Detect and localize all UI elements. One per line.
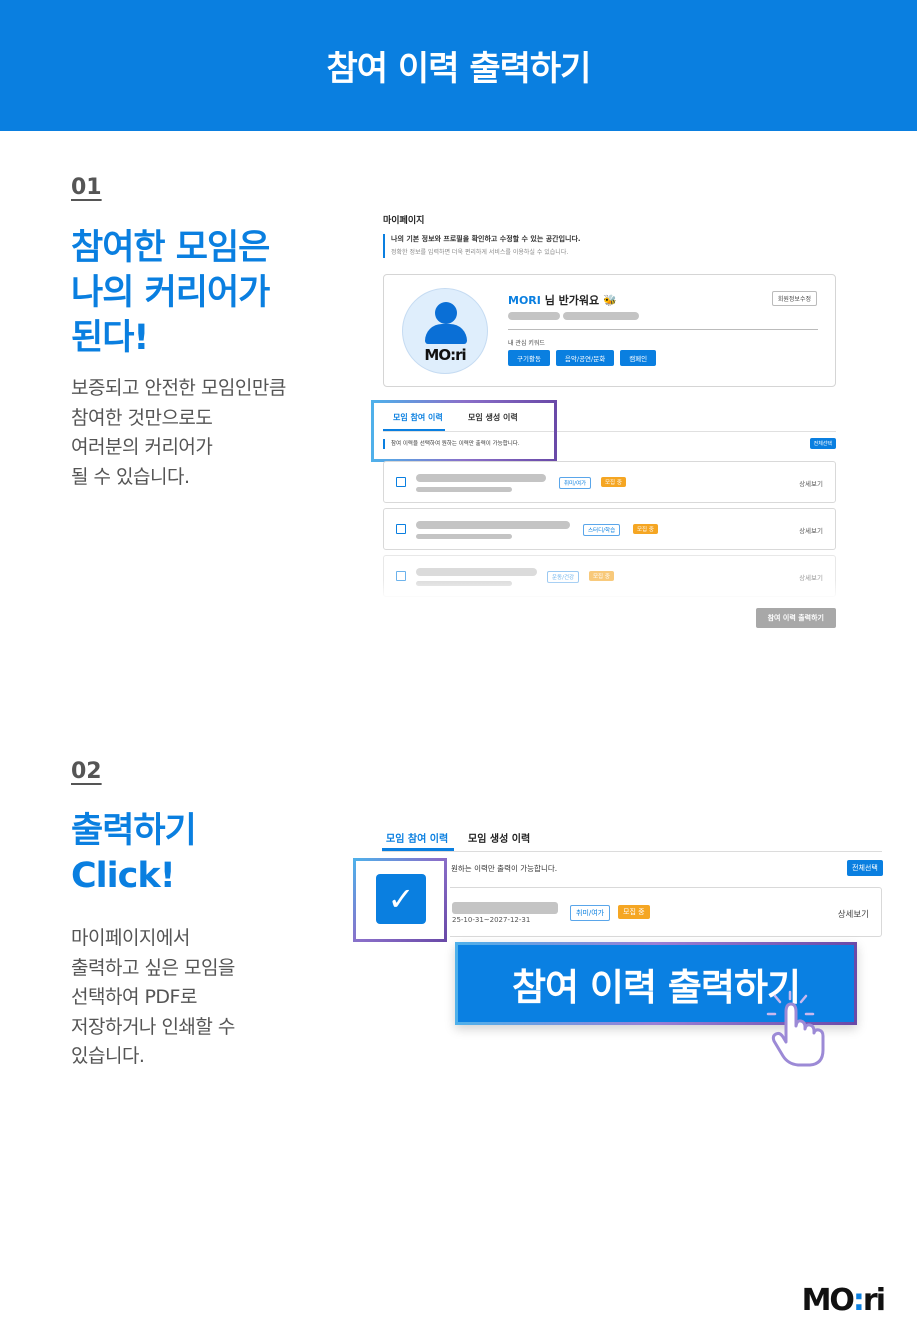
keyword-label: 내 관심 키워드 bbox=[508, 340, 545, 347]
status-badge: 모집 중 bbox=[601, 477, 626, 487]
section1-description: 보증되고 안전한 모임인만큼 참여한 것만으로도 여러분의 커리어가 될 수 있… bbox=[71, 374, 286, 492]
description-line: 출력하고 싶은 모임을 bbox=[71, 956, 235, 979]
select-all-button[interactable]: 전체선택 bbox=[847, 860, 883, 876]
blurred-title bbox=[416, 474, 546, 482]
blurred-title bbox=[452, 902, 558, 914]
description-line: 저장하거나 인쇄할 수 bbox=[71, 1015, 235, 1038]
headline-line: 출력하기 bbox=[71, 811, 197, 851]
history-row: 스터디/학습 모집 중 상세보기 bbox=[383, 508, 836, 550]
print-button-label: 참여 이력 출력하기 bbox=[511, 965, 801, 1009]
print-history-button[interactable]: 참여 이력 출력하기 bbox=[755, 608, 836, 628]
user-icon-body bbox=[425, 324, 467, 344]
blurred-info bbox=[563, 312, 639, 320]
keyword-tag[interactable]: 음악/공연/문화 bbox=[555, 350, 615, 366]
history-row: 25-10-31~2027-12-31 취미/여가 모집 중 상세보기 bbox=[450, 887, 882, 937]
tab-creation-history[interactable]: 모임 생성 이력 bbox=[468, 830, 530, 845]
avatar-logo: MO:ri bbox=[424, 346, 466, 364]
blurred-info bbox=[508, 312, 560, 320]
category-chip: 취미/여가 bbox=[559, 477, 592, 489]
row-checkbox[interactable] bbox=[396, 524, 406, 534]
section1-headline: 참여한 모임은 나의 커리어가 된다! bbox=[71, 226, 270, 361]
highlight-frame bbox=[371, 400, 557, 462]
select-all-button[interactable]: 전체선택 bbox=[809, 438, 836, 449]
mypage-info: 나의 기본 정보와 프로필을 확인하고 수정할 수 있는 공간입니다. 정확한 … bbox=[383, 234, 581, 258]
checkbox-highlight: ✓ bbox=[353, 858, 447, 942]
description-line: 있습니다. bbox=[71, 1045, 145, 1067]
logo-text: ri bbox=[862, 1283, 886, 1318]
category-chip: 취미/여가 bbox=[570, 905, 611, 921]
blurred-date bbox=[416, 534, 512, 539]
detail-link[interactable]: 상세보기 bbox=[799, 478, 823, 488]
divider bbox=[508, 329, 818, 330]
blurred-title bbox=[416, 568, 537, 576]
keyword-tags: 구기활동 음악/공연/문화 캠페인 bbox=[508, 350, 657, 366]
info-line: 나의 기본 정보와 프로필을 확인하고 수정할 수 있는 공간입니다. bbox=[391, 235, 581, 243]
header-banner: 참여 이력 출력하기 bbox=[0, 0, 917, 131]
print-click-mockup: 모임 참여 이력 모임 생성 이력 원하는 이력만 출력이 가능합니다. 전체선… bbox=[350, 820, 890, 1080]
description-line: 보증되고 안전한 모임인만큼 bbox=[71, 377, 286, 399]
logo-text: MO bbox=[801, 1283, 855, 1318]
headline-line: 나의 커리어가 bbox=[71, 273, 270, 313]
history-row: 취미/여가 모집 중 상세보기 bbox=[383, 461, 836, 503]
description-line: 마이페이지에서 bbox=[71, 927, 190, 949]
greeting-text: 님 반가워요 bbox=[544, 294, 600, 307]
mypage-mockup: 마이페이지 나의 기본 정보와 프로필을 확인하고 수정할 수 있는 공간입니다… bbox=[371, 210, 838, 635]
step-number-01: 01 bbox=[71, 175, 102, 200]
checked-checkbox[interactable]: ✓ bbox=[376, 874, 426, 924]
row-date: 25-10-31~2027-12-31 bbox=[452, 916, 531, 924]
divider bbox=[382, 851, 882, 852]
fade-overlay bbox=[383, 580, 838, 600]
description-line: 될 수 있습니다. bbox=[71, 465, 190, 488]
row-checkbox[interactable] bbox=[396, 477, 406, 487]
headline-line: Click! bbox=[71, 856, 176, 896]
mypage-title: 마이페이지 bbox=[383, 216, 425, 226]
user-name: MORI bbox=[508, 294, 541, 307]
footer-logo: MO:ri bbox=[801, 1283, 886, 1318]
detail-link[interactable]: 상세보기 bbox=[838, 908, 869, 920]
section2-headline: 출력하기 Click! bbox=[71, 809, 197, 899]
select-notice: 원하는 이력만 출력이 가능합니다. bbox=[451, 864, 558, 873]
category-chip: 스터디/학습 bbox=[583, 524, 621, 536]
tab-participation-history[interactable]: 모임 참여 이력 bbox=[386, 830, 448, 845]
description-line: 참여한 것만으로도 bbox=[71, 406, 213, 429]
edit-profile-button[interactable]: 회원정보수정 bbox=[771, 291, 817, 306]
keyword-tag[interactable]: 구기활동 bbox=[508, 350, 550, 366]
pointer-hand-icon bbox=[766, 990, 825, 1067]
section2-description: 마이페이지에서 출력하고 싶은 모임을 선택하여 PDF로 저장하거나 인쇄할 … bbox=[71, 924, 235, 1072]
profile-card: MO:ri MORI 님 반가워요 🐝 회원정보수정 내 관심 키워드 구기활동… bbox=[383, 274, 836, 387]
description-line: 선택하여 PDF로 bbox=[71, 986, 197, 1008]
blurred-title bbox=[416, 521, 570, 529]
avatar: MO:ri bbox=[402, 288, 488, 374]
blurred-date bbox=[416, 487, 512, 492]
keyword-tag[interactable]: 캠페인 bbox=[620, 350, 657, 366]
info-line: 정확한 정보를 입력하면 더욱 편리하게 서비스를 이용하실 수 있습니다. bbox=[391, 249, 569, 256]
page-title: 참여 이력 출력하기 bbox=[326, 49, 592, 89]
detail-link[interactable]: 상세보기 bbox=[799, 525, 823, 535]
status-badge: 모집 중 bbox=[618, 905, 650, 919]
bee-icon: 🐝 bbox=[603, 294, 617, 307]
description-line: 여러분의 커리어가 bbox=[71, 436, 213, 458]
user-icon bbox=[435, 302, 457, 324]
headline-line: 참여한 모임은 bbox=[71, 228, 270, 268]
greeting: MORI 님 반가워요 🐝 bbox=[508, 292, 617, 308]
headline-line: 된다! bbox=[71, 318, 149, 358]
status-badge: 모집 중 bbox=[633, 524, 658, 534]
step-number-02: 02 bbox=[71, 759, 102, 784]
logo-dot: : bbox=[852, 1283, 865, 1318]
